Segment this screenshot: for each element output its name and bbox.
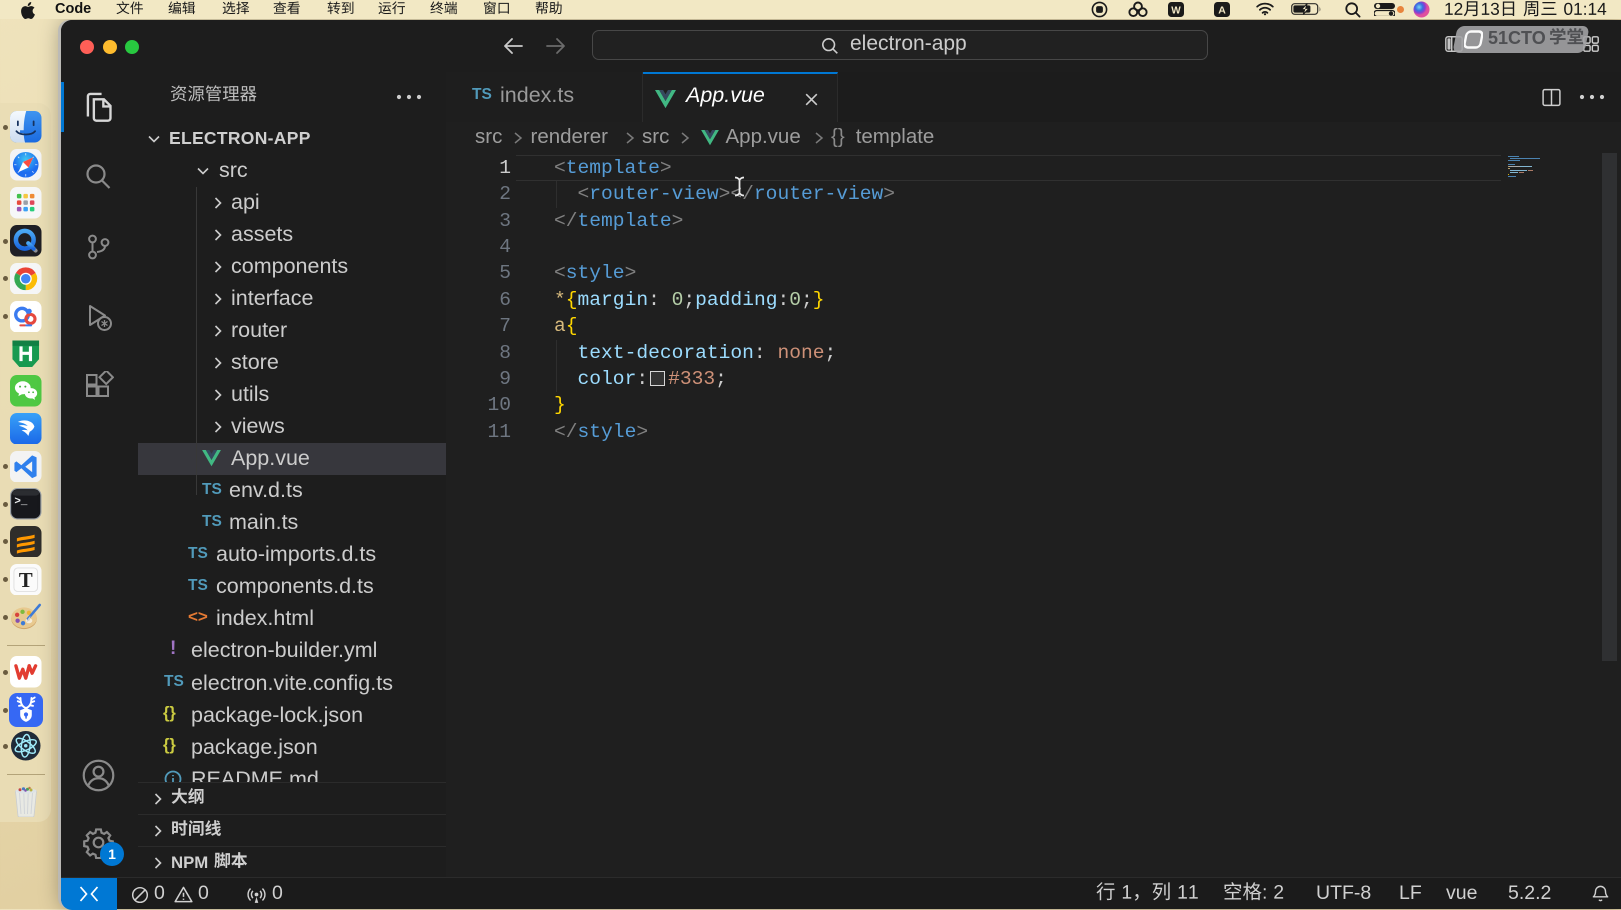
svg-text:>_: >_ — [14, 496, 27, 508]
svg-text:A: A — [1218, 4, 1226, 16]
svg-text:W: W — [1171, 5, 1181, 16]
svg-text:T: T — [19, 570, 33, 592]
